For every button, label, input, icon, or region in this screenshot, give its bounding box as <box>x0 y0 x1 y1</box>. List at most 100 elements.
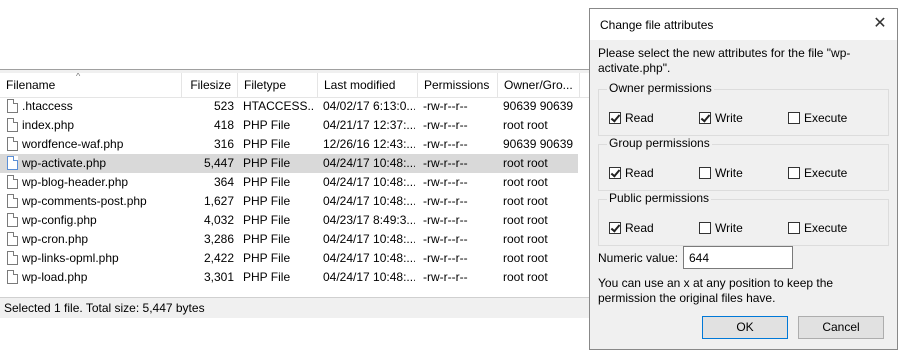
checkbox-label: Write <box>715 111 743 125</box>
column-label: Filetype <box>244 78 287 92</box>
file-row[interactable]: wp-config.php 4,032 PHP File 04/23/17 8:… <box>0 211 578 230</box>
file-name: .htaccess <box>22 99 73 113</box>
dialog-title: Change file attributes <box>600 18 714 32</box>
file-permissions: -rw-r--r-- <box>423 137 468 151</box>
file-modified: 04/02/17 6:13:0... <box>323 99 415 113</box>
file-type: PHP File <box>243 232 291 246</box>
group-write-checkbox[interactable]: Write <box>699 166 743 180</box>
checkbox-checked[interactable] <box>699 112 711 124</box>
file-permissions: -rw-r--r-- <box>423 232 468 246</box>
file-row[interactable]: .htaccess 523 HTACCESS... 04/02/17 6:13:… <box>0 97 578 116</box>
column-label: Permissions <box>424 78 490 92</box>
ok-button-label: OK <box>736 320 754 334</box>
file-size: 418 <box>213 118 234 132</box>
file-owner: root root <box>503 270 548 284</box>
file-type: PHP File <box>243 156 291 170</box>
file-permissions: -rw-r--r-- <box>423 118 468 132</box>
checkbox-label: Execute <box>804 111 848 125</box>
public-read-checkbox[interactable]: Read <box>609 221 654 235</box>
file-row[interactable]: wp-comments-post.php 1,627 PHP File 04/2… <box>0 192 578 211</box>
column-header-filetype[interactable]: Filetype <box>238 73 318 97</box>
file-row[interactable]: index.php 418 PHP File 04/21/17 12:37:..… <box>0 116 578 135</box>
status-text: Selected 1 file. Total size: 5,447 bytes <box>4 301 205 315</box>
public-write-checkbox[interactable]: Write <box>699 221 743 235</box>
file-row[interactable]: wp-blog-header.php 364 PHP File 04/24/17… <box>0 173 578 192</box>
public-execute-checkbox[interactable]: Execute <box>788 221 847 235</box>
column-header-owner-group[interactable]: Owner/Gro... <box>498 73 580 97</box>
column-header-last-modified[interactable]: Last modified <box>318 73 418 97</box>
group-read-checkbox[interactable]: Read <box>609 166 654 180</box>
group-label: Public permissions <box>607 191 712 205</box>
file-icon <box>7 156 18 170</box>
column-header-filename[interactable]: Filename ^ <box>0 73 182 97</box>
file-permissions: -rw-r--r-- <box>423 156 468 170</box>
file-row[interactable]: wp-load.php 3,301 PHP File 04/24/17 10:4… <box>0 268 578 287</box>
sort-arrow-icon: ^ <box>76 73 81 81</box>
file-size: 2,422 <box>203 251 234 265</box>
file-row-selected[interactable]: wp-activate.php 5,447 PHP File 04/24/17 … <box>0 154 578 173</box>
file-modified: 12/26/16 12:43:... <box>323 137 415 151</box>
dialog-titlebar[interactable]: Change file attributes ✕ <box>590 9 897 40</box>
checkbox-unchecked[interactable] <box>788 167 800 179</box>
file-modified: 04/23/17 8:49:3... <box>323 213 415 227</box>
file-row[interactable]: wordfence-waf.php 316 PHP File 12/26/16 … <box>0 135 578 154</box>
file-name: wp-blog-header.php <box>22 175 129 189</box>
owner-write-checkbox[interactable]: Write <box>699 111 743 125</box>
close-icon[interactable]: ✕ <box>871 15 889 33</box>
file-permissions: -rw-r--r-- <box>423 194 468 208</box>
owner-execute-checkbox[interactable]: Execute <box>788 111 847 125</box>
file-icon <box>7 118 18 132</box>
owner-permissions-group: Owner permissions Read Write Execute <box>598 81 889 136</box>
file-type: PHP File <box>243 251 291 265</box>
checkbox-checked[interactable] <box>609 167 621 179</box>
file-size: 5,447 <box>203 156 234 170</box>
file-permissions: -rw-r--r-- <box>423 270 468 284</box>
column-header-filesize[interactable]: Filesize <box>182 73 238 97</box>
file-size: 523 <box>213 99 234 113</box>
checkbox-label: Execute <box>804 166 848 180</box>
file-owner: 90639 90639 <box>503 137 574 151</box>
column-label: Last modified <box>324 78 396 92</box>
file-icon <box>7 137 18 151</box>
file-permissions: -rw-r--r-- <box>423 99 468 113</box>
file-type: PHP File <box>243 118 291 132</box>
cancel-button[interactable]: Cancel <box>798 316 884 339</box>
column-label: Filename <box>6 78 56 92</box>
file-permissions: -rw-r--r-- <box>423 251 468 265</box>
checkbox-label: Read <box>625 166 654 180</box>
owner-read-checkbox[interactable]: Read <box>609 111 654 125</box>
checkbox-label: Execute <box>804 221 848 235</box>
file-type: PHP File <box>243 137 291 151</box>
file-name: wp-config.php <box>22 213 97 227</box>
file-row[interactable]: wp-cron.php 3,286 PHP File 04/24/17 10:4… <box>0 230 578 249</box>
ok-button[interactable]: OK <box>702 316 788 339</box>
checkbox-label: Write <box>715 166 743 180</box>
file-icon <box>7 99 18 113</box>
file-row[interactable]: wp-links-opml.php 2,422 PHP File 04/24/1… <box>0 249 578 268</box>
checkbox-checked[interactable] <box>609 112 621 124</box>
checkbox-unchecked[interactable] <box>699 167 711 179</box>
file-type: PHP File <box>243 213 291 227</box>
file-owner: root root <box>503 194 548 208</box>
column-header-permissions[interactable]: Permissions <box>418 73 498 97</box>
dialog-prompt: Please select the new attributes for the… <box>598 46 851 75</box>
file-permissions: -rw-r--r-- <box>423 175 468 189</box>
file-icon <box>7 213 18 227</box>
file-type: PHP File <box>243 270 291 284</box>
checkbox-unchecked[interactable] <box>788 222 800 234</box>
public-permissions-group: Public permissions Read Write Execute <box>598 191 889 246</box>
checkbox-unchecked[interactable] <box>699 222 711 234</box>
cancel-button-label: Cancel <box>822 320 860 334</box>
checkbox-checked[interactable] <box>609 222 621 234</box>
file-modified: 04/24/17 10:48:... <box>323 270 415 284</box>
file-icon <box>7 175 18 189</box>
file-modified: 04/21/17 12:37:... <box>323 118 415 132</box>
group-execute-checkbox[interactable]: Execute <box>788 166 847 180</box>
file-modified: 04/24/17 10:48:... <box>323 175 415 189</box>
numeric-value-input[interactable] <box>683 246 793 269</box>
group-permissions-group: Group permissions Read Write Execute <box>598 136 889 191</box>
checkbox-unchecked[interactable] <box>788 112 800 124</box>
file-owner: root root <box>503 232 548 246</box>
file-name: wp-load.php <box>22 270 88 284</box>
file-name: index.php <box>22 118 75 132</box>
